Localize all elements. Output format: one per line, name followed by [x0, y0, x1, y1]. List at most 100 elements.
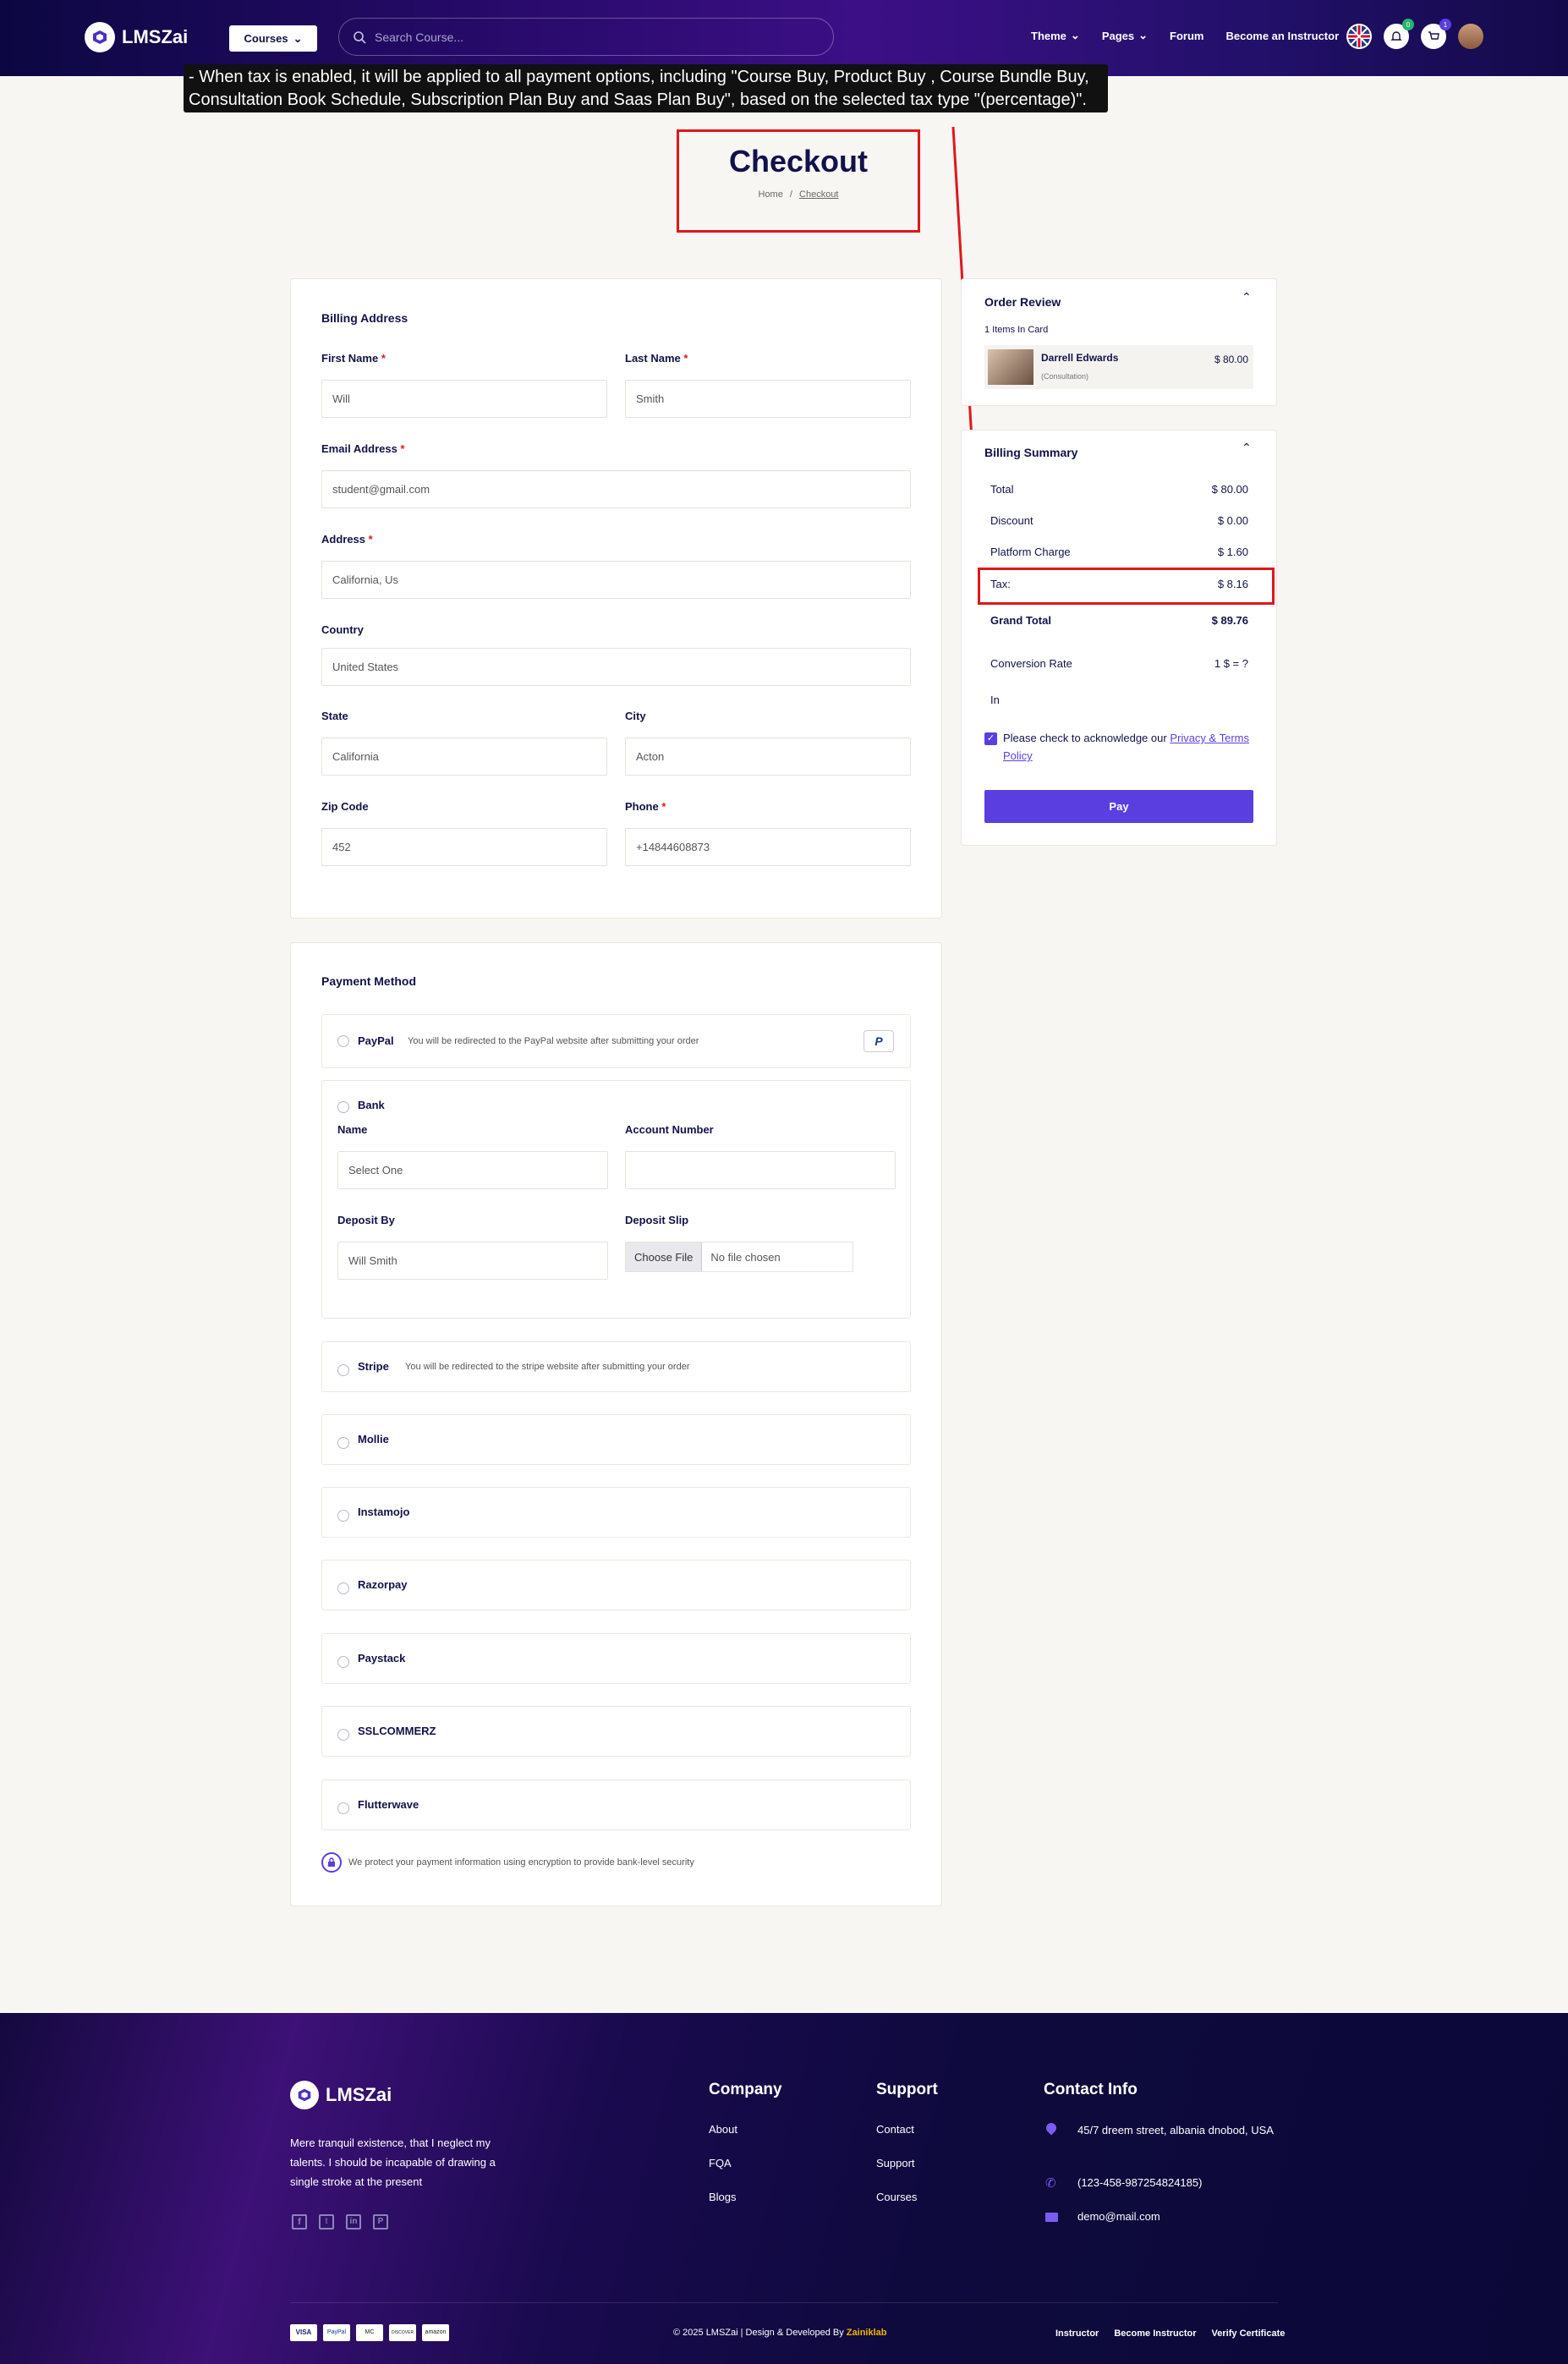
secure-note: We protect your payment information usin…	[321, 1852, 694, 1873]
contact-address: 45/7 dreem street, albania dnobod, USA	[1077, 2124, 1274, 2136]
site-logo[interactable]: LMSZai	[85, 22, 188, 52]
stripe-description: You will be redirected to the stripe web…	[405, 1362, 690, 1372]
pinterest-icon[interactable]: P	[373, 2214, 388, 2230]
breadcrumb-current[interactable]: Checkout	[799, 189, 838, 200]
support-heading: Support	[876, 2081, 938, 2098]
paypal-radio[interactable]	[337, 1035, 349, 1047]
search-input[interactable]	[375, 30, 798, 44]
state-label: State	[321, 710, 348, 722]
footer-link-instructor[interactable]: Instructor	[1055, 2328, 1099, 2339]
payment-option-flutterwave[interactable]: Flutterwave	[321, 1780, 911, 1830]
lock-icon	[321, 1852, 342, 1873]
total-label: Total	[990, 483, 1014, 496]
payment-option-mollie[interactable]: Mollie	[321, 1414, 911, 1465]
cart-badge: 1	[1439, 19, 1451, 30]
main-nav: Theme ⌄ Pages ⌄ Forum Become an Instructor	[1031, 29, 1339, 42]
first-name-field[interactable]: Will	[321, 380, 607, 418]
payment-option-instamojo[interactable]: Instamojo	[321, 1487, 911, 1538]
last-name-field[interactable]: Smith	[625, 380, 911, 418]
user-avatar[interactable]	[1458, 24, 1483, 49]
language-flag-icon[interactable]	[1346, 24, 1372, 49]
breadcrumb-home[interactable]: Home	[758, 189, 782, 200]
country-field[interactable]: United States	[321, 648, 911, 686]
collapse-icon[interactable]: ⌃	[1242, 290, 1252, 304]
search-bar[interactable]	[338, 18, 834, 56]
sslcommerz-name: SSLCOMMERZ	[358, 1725, 436, 1737]
payment-option-paypal[interactable]: PayPal You will be redirected to the Pay…	[321, 1014, 911, 1068]
conversion-rate-label: Conversion Rate	[990, 657, 1072, 670]
order-item: Darrell Edwards (Consultation) $ 80.00	[984, 345, 1253, 389]
bank-select[interactable]: Select One	[337, 1151, 608, 1189]
payment-option-paystack[interactable]: Paystack	[321, 1633, 911, 1684]
deposit-by-field[interactable]: Will Smith	[337, 1242, 608, 1280]
platform-charge-label: Platform Charge	[990, 546, 1071, 558]
paypal-logo: PayPal	[323, 2324, 350, 2341]
payment-option-razorpay[interactable]: Razorpay	[321, 1560, 911, 1610]
file-upload[interactable]: Choose File No file chosen	[625, 1242, 853, 1272]
order-item-price: $ 80.00	[1214, 354, 1248, 365]
payment-option-sslcommerz[interactable]: SSLCOMMERZ	[321, 1706, 911, 1757]
payment-option-stripe[interactable]: Stripe You will be redirected to the str…	[321, 1341, 911, 1392]
cart-icon[interactable]: 1	[1421, 19, 1451, 49]
courses-dropdown-button[interactable]: Courses ⌄	[229, 25, 317, 52]
footer-link-fqa[interactable]: FQA	[709, 2157, 732, 2169]
pay-button[interactable]: Pay	[984, 790, 1253, 823]
state-field[interactable]: California	[321, 738, 607, 776]
contact-heading: Contact Info	[1044, 2081, 1138, 2098]
page-title: Checkout	[728, 144, 869, 178]
nav-forum[interactable]: Forum	[1170, 29, 1203, 42]
choose-file-button[interactable]: Choose File	[626, 1242, 703, 1271]
developer-link[interactable]: Zainiklab	[847, 2328, 887, 2338]
notification-badge: 0	[1402, 19, 1414, 30]
mollie-radio[interactable]	[337, 1437, 349, 1449]
nav-become-instructor[interactable]: Become an Instructor	[1225, 29, 1339, 42]
footer-link-verify-certificate[interactable]: Verify Certificate	[1212, 2328, 1286, 2339]
city-field[interactable]: Acton	[625, 738, 911, 776]
breadcrumb-separator: /	[789, 189, 792, 200]
first-name-label: First Name *	[321, 352, 386, 365]
nav-theme[interactable]: Theme ⌄	[1031, 29, 1080, 42]
terms-checkbox[interactable]: ✓	[984, 732, 997, 745]
address-label: Address *	[321, 533, 373, 546]
footer-link-contact[interactable]: Contact	[876, 2123, 914, 2136]
sslcommerz-radio[interactable]	[337, 1729, 349, 1741]
zip-code-field[interactable]: 452	[321, 828, 607, 866]
instamojo-radio[interactable]	[337, 1510, 349, 1522]
linkedin-icon[interactable]: in	[346, 2214, 361, 2230]
razorpay-radio[interactable]	[337, 1582, 349, 1594]
mollie-name: Mollie	[358, 1433, 389, 1445]
paystack-radio[interactable]	[337, 1656, 349, 1668]
phone-field[interactable]: +14844608873	[625, 828, 911, 866]
flutterwave-radio[interactable]	[337, 1802, 349, 1814]
summary-discount-row: Discount $ 0.00	[990, 514, 1248, 527]
footer-logo[interactable]: LMSZai	[290, 2081, 392, 2109]
courses-label: Courses	[244, 32, 288, 45]
nav-pages[interactable]: Pages ⌄	[1102, 29, 1148, 42]
email-field[interactable]: student@gmail.com	[321, 470, 911, 508]
logo-text: LMSZai	[122, 26, 189, 47]
email-label: Email Address *	[321, 442, 405, 455]
facebook-icon[interactable]: f	[292, 2214, 307, 2230]
footer-link-courses[interactable]: Courses	[876, 2191, 917, 2203]
payment-option-bank[interactable]: Bank Name Select One Account Number Depo…	[321, 1080, 911, 1319]
order-review-title: Order Review	[984, 295, 1061, 309]
footer-link-about[interactable]: About	[709, 2123, 737, 2136]
location-icon	[1044, 2120, 1059, 2136]
bell-icon[interactable]: 0	[1384, 19, 1414, 49]
account-number-field[interactable]	[625, 1151, 896, 1189]
stripe-radio[interactable]	[337, 1364, 349, 1376]
collapse-icon[interactable]: ⌃	[1242, 441, 1252, 455]
copyright: © 2025 LMSZai | Design & Developed By Za…	[673, 2328, 886, 2338]
twitter-icon[interactable]: t	[319, 2214, 334, 2230]
social-icons: f t in P	[292, 2214, 388, 2230]
footer-tagline: Mere tranquil existence, that I neglect …	[290, 2136, 496, 2188]
bank-radio[interactable]	[337, 1101, 349, 1113]
footer-link-blogs[interactable]: Blogs	[709, 2191, 737, 2203]
copyright-text: © 2025 LMSZai | Design & Developed By	[673, 2328, 844, 2338]
footer-link-become-instructor[interactable]: Become Instructor	[1114, 2328, 1196, 2339]
deposit-by-label: Deposit By	[337, 1214, 395, 1226]
tax-tooltip: - When tax is enabled, it will be applie…	[184, 64, 1108, 112]
summary-in-row: In	[990, 694, 1248, 706]
footer-link-support[interactable]: Support	[876, 2157, 915, 2169]
address-field[interactable]: California, Us	[321, 561, 911, 599]
